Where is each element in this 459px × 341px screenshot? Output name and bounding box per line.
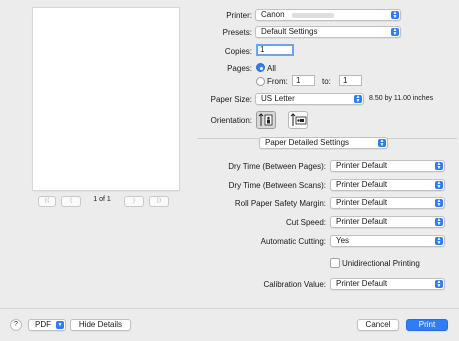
unidirectional-label: Unidirectional Printing [342,259,420,268]
pages-all-label: All [267,64,276,73]
printer-value: Canon [261,10,285,19]
chevron-updown-icon: ▲ ▼ [354,94,362,104]
presets-value: Default Settings [261,27,318,36]
roll-paper-margin-value: Printer Default [336,198,388,207]
chevron-updown-icon: ▲ ▼ [435,161,443,171]
calibration-label: Calibration Value: [263,280,326,289]
hide-details-button[interactable]: Hide Details [70,319,131,331]
copies-label: Copies: [224,47,252,56]
landscape-icon [290,113,307,126]
dry-time-pages-select[interactable]: Printer Default ▲ ▼ [330,160,445,172]
pages-from-label: From: [267,77,288,86]
cut-speed-label: Cut Speed: [285,218,326,227]
portrait-icon [258,113,273,126]
section-value: Paper Detailed Settings [265,138,350,147]
unidirectional-checkbox[interactable] [330,258,340,268]
pages-to-label: to: [322,77,331,86]
last-page-button[interactable]: ⟩⟩ [149,196,169,207]
dry-time-pages-label: Dry Time (Between Pages): [228,162,326,171]
first-page-button[interactable]: ⟨⟨ [38,196,56,207]
dry-time-scans-select[interactable]: Printer Default ▲ ▼ [330,179,445,191]
pages-range-radio[interactable] [256,77,265,86]
pages-label: Pages: [227,64,252,73]
cut-speed-select[interactable]: Printer Default ▲ ▼ [330,216,445,228]
portrait-button[interactable] [256,111,276,129]
automatic-cutting-label: Automatic Cutting: [260,237,326,246]
chevron-down-icon: ▼ [56,321,64,329]
paper-size-label: Paper Size: [210,95,252,104]
page-indicator: 1 of 1 [93,196,111,203]
cut-speed-value: Printer Default [336,217,388,226]
pages-from-field[interactable]: 1 [292,75,315,86]
paper-dimensions: 8.50 by 11.00 inches [369,95,434,102]
next-page-button[interactable]: ⟩ [124,196,144,207]
dry-time-scans-label: Dry Time (Between Scans): [228,181,326,190]
chevron-updown-icon: ▲ ▼ [391,27,399,37]
roll-paper-margin-select[interactable]: Printer Default ▲ ▼ [330,197,445,209]
page-preview [33,8,179,190]
pages-to-field[interactable]: 1 [339,75,362,86]
landscape-button[interactable] [288,111,308,129]
copies-field[interactable]: 1 [256,44,294,56]
paper-size-select[interactable]: US Letter ▲ ▼ [255,93,364,105]
automatic-cutting-value: Yes [336,236,350,245]
calibration-value: Printer Default [336,279,388,288]
cancel-button[interactable]: Cancel [357,319,399,331]
orientation-label: Orientation: [210,116,252,125]
print-button[interactable]: Print [406,319,448,331]
paper-size-value: US Letter [261,94,295,103]
pdf-label: PDF [35,320,51,329]
previous-page-button[interactable]: ⟨ [61,196,81,207]
chevron-updown-icon: ▲ ▼ [378,138,386,148]
printer-name-blur [292,13,334,18]
calibration-select[interactable]: Printer Default ▲ ▼ [330,278,445,290]
presets-label: Presets: [222,28,252,37]
chevron-updown-icon: ▲ ▼ [435,279,443,289]
chevron-updown-icon: ▲ ▼ [435,180,443,190]
pages-all-radio[interactable] [256,63,265,72]
presets-select[interactable]: Default Settings ▲ ▼ [255,26,401,38]
chevron-updown-icon: ▲ ▼ [435,217,443,227]
roll-paper-margin-label: Roll Paper Safety Margin: [234,199,326,208]
pdf-menu-button[interactable]: PDF ▼ [28,319,66,331]
chevron-updown-icon: ▲ ▼ [435,236,443,246]
printer-label: Printer: [226,11,252,20]
dry-time-pages-value: Printer Default [336,161,388,170]
help-button[interactable]: ? [10,319,22,331]
footer-divider [0,308,459,309]
dry-time-scans-value: Printer Default [336,180,388,189]
printer-select[interactable]: Canon ▲ ▼ [255,9,401,21]
section-select[interactable]: Paper Detailed Settings ▲ ▼ [259,137,388,149]
chevron-updown-icon: ▲ ▼ [391,10,399,20]
chevron-updown-icon: ▲ ▼ [435,198,443,208]
automatic-cutting-select[interactable]: Yes ▲ ▼ [330,235,445,247]
